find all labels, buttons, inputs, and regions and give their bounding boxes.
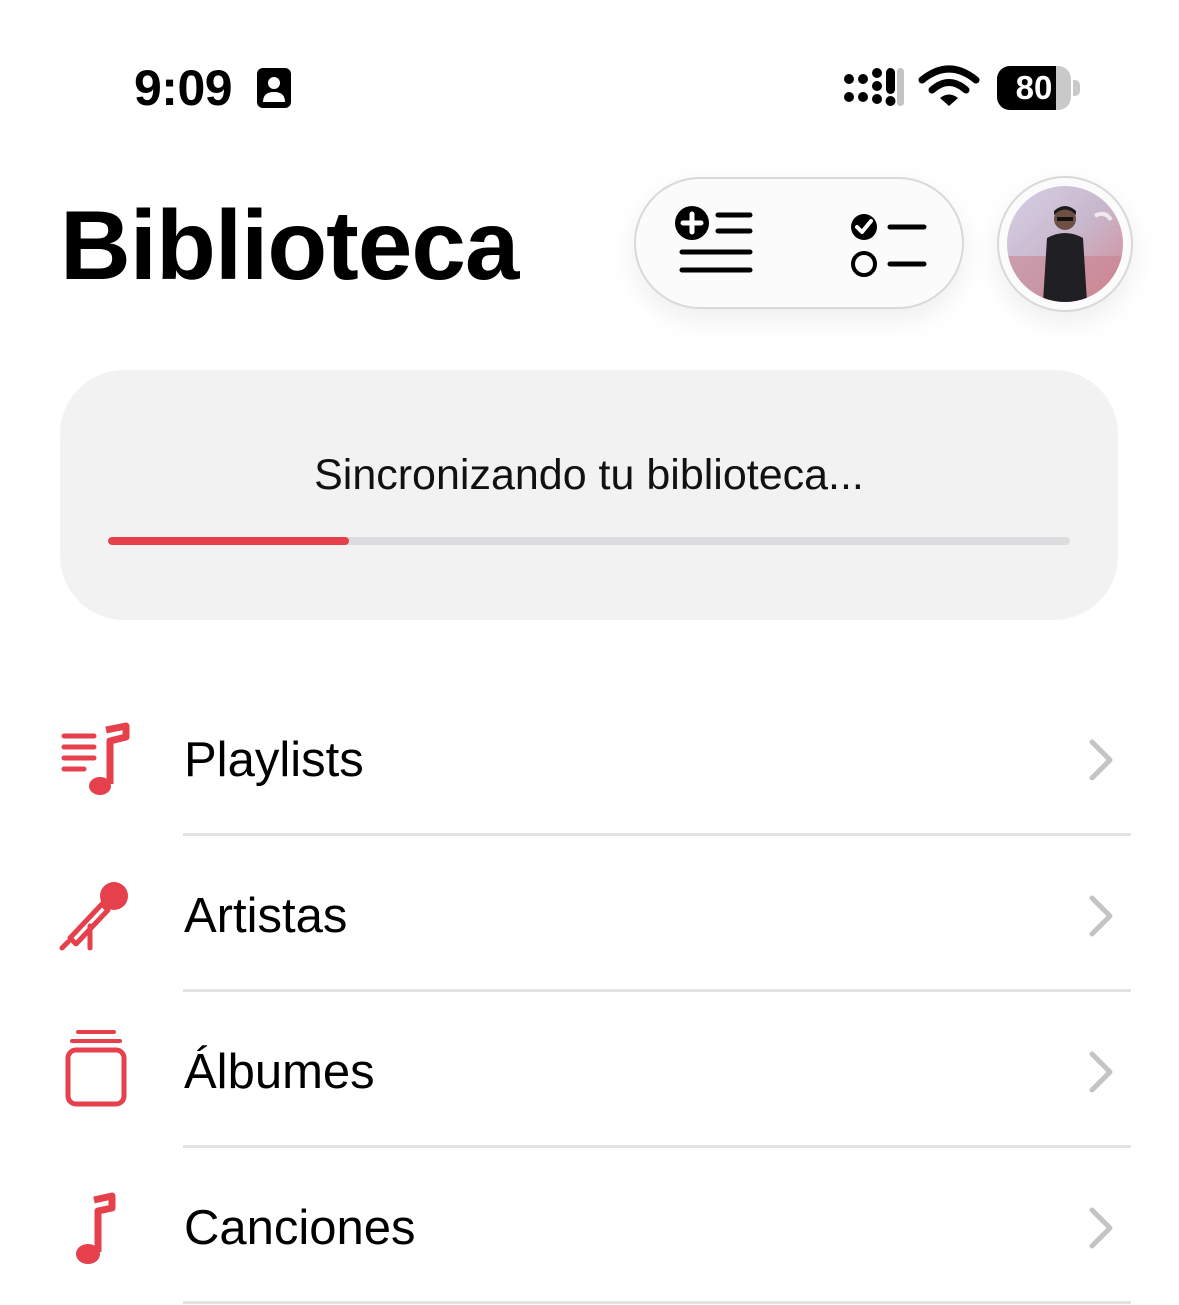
checklist-icon (851, 214, 927, 277)
sync-message: Sincronizando tu biblioteca... (314, 451, 864, 499)
battery-body: 80 (997, 66, 1071, 110)
album-stack-icon (56, 1026, 136, 1107)
battery-level: 80 (1015, 69, 1053, 106)
battery-icon: 80 (997, 66, 1083, 110)
avatar[interactable] (997, 176, 1133, 312)
sync-progress-bar (108, 537, 1070, 545)
select-items-button[interactable] (844, 203, 930, 285)
list-divider (183, 989, 1131, 992)
library-screen: 9:09 80 Biblioteca Sincronizando tu bibl… (0, 0, 1179, 1305)
list-divider (183, 1145, 1131, 1148)
list-item-label: Artistas (184, 889, 348, 943)
sync-progress-fill (108, 537, 349, 545)
list-item-label: Canciones (184, 1201, 416, 1255)
sync-status-card: Sincronizando tu biblioteca... (60, 370, 1118, 620)
cellular-signal-icon (843, 67, 905, 107)
chevron-right-icon (1086, 738, 1116, 782)
focus-person-icon (256, 67, 292, 109)
chevron-right-icon (1086, 1050, 1116, 1094)
chevron-right-icon (1086, 894, 1116, 938)
list-item-label: Álbumes (184, 1045, 375, 1099)
chevron-right-icon (1086, 1206, 1116, 1250)
status-time: 9:09 (134, 60, 233, 116)
battery-nub (1073, 80, 1080, 96)
page-title: Biblioteca (60, 190, 519, 300)
playlist-icon (56, 722, 136, 802)
list-item-artistas[interactable]: Artistas (0, 838, 1179, 994)
toolbar-pill (634, 177, 964, 309)
music-note-icon (56, 1190, 136, 1270)
list-item-label: Playlists (184, 733, 364, 787)
profile-photo (1007, 186, 1123, 302)
microphone-icon (56, 876, 136, 956)
wifi-icon (918, 64, 980, 108)
list-item-canciones[interactable]: Canciones (0, 1150, 1179, 1305)
list-item-playlists[interactable]: Playlists (0, 682, 1179, 838)
list-divider (183, 833, 1131, 836)
add-to-list-button[interactable] (674, 203, 760, 285)
list-item-albumes[interactable]: Álbumes (0, 994, 1179, 1150)
add-to-list-icon (675, 206, 753, 273)
list-divider (183, 1301, 1131, 1304)
